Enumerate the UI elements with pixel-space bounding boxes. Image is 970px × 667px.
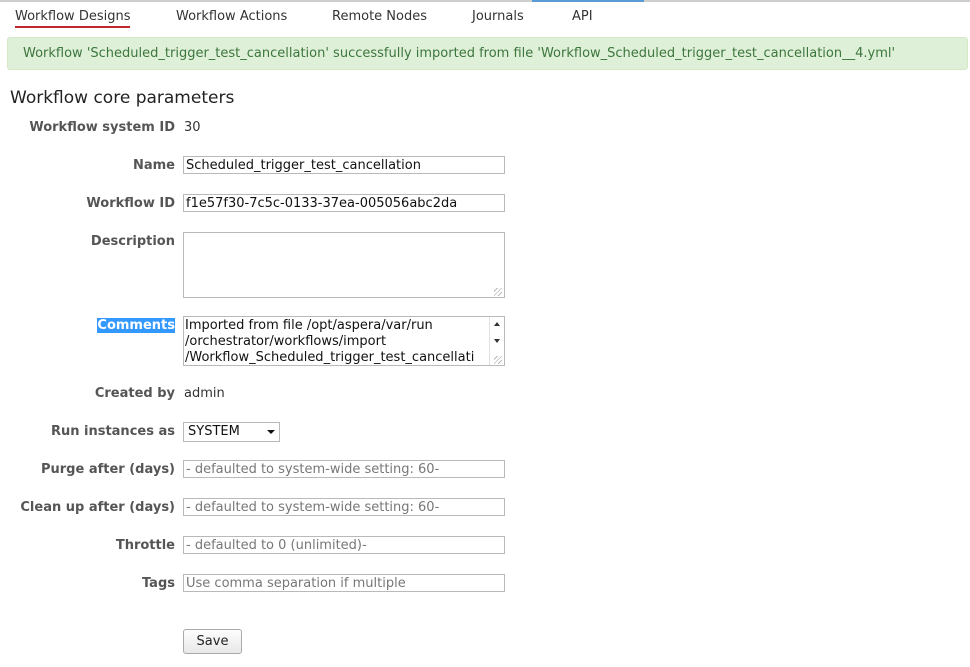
throttle-input[interactable]: [183, 536, 505, 554]
top-nav: Workflow Designs Workflow Actions Remote…: [0, 0, 970, 32]
description-label: Description: [90, 234, 175, 249]
workflow-id-label: Workflow ID: [86, 196, 175, 211]
tab-remote-nodes[interactable]: Remote Nodes: [332, 9, 427, 24]
tab-journals[interactable]: Journals: [472, 9, 524, 24]
top-nav-accent-right: [644, 0, 970, 2]
success-alert: Workflow 'Scheduled_trigger_test_cancell…: [7, 37, 968, 70]
scroll-up-icon[interactable]: [494, 322, 500, 326]
resize-grip-icon[interactable]: [494, 356, 502, 364]
comments-textarea[interactable]: Imported from file /opt/aspera/var/run /…: [183, 316, 505, 366]
name-input[interactable]: [183, 156, 505, 174]
comments-line: Imported from file /opt/aspera/var/run: [185, 318, 433, 333]
top-nav-accent-left: [0, 0, 532, 2]
run-as-label: Run instances as: [50, 424, 175, 439]
tab-workflow-designs[interactable]: Workflow Designs: [15, 9, 131, 28]
system-id-value: 30: [184, 120, 201, 135]
resize-grip-icon[interactable]: [494, 288, 502, 296]
top-nav-accent-highlight: [532, 0, 644, 2]
system-id-label: Workflow system ID: [29, 120, 175, 135]
comments-line: /orchestrator/workflows/import: [185, 334, 387, 349]
run-as-selected: SYSTEM: [188, 424, 240, 439]
workflow-id-input[interactable]: [183, 194, 505, 212]
run-as-select[interactable]: SYSTEM: [183, 422, 280, 442]
tab-api[interactable]: API: [572, 9, 593, 24]
description-textarea[interactable]: [183, 232, 505, 298]
comments-line: /Workflow_Scheduled_trigger_test_cancell…: [185, 350, 475, 365]
comments-text: Imported from file /opt/aspera/var/run /…: [185, 318, 485, 366]
scroll-down-icon[interactable]: [494, 339, 500, 343]
chevron-down-icon[interactable]: [267, 430, 275, 434]
name-label: Name: [132, 158, 175, 173]
cleanup-input[interactable]: [183, 498, 505, 516]
tab-workflow-actions[interactable]: Workflow Actions: [176, 9, 287, 24]
comments-label: Comments: [97, 318, 175, 333]
purge-label: Purge after (days): [40, 462, 175, 477]
save-button[interactable]: Save: [183, 629, 242, 654]
cleanup-label: Clean up after (days): [20, 500, 175, 515]
created-by-value: admin: [184, 386, 225, 401]
section-title: Workflow core parameters: [10, 88, 235, 108]
tags-input[interactable]: [183, 574, 505, 592]
throttle-label: Throttle: [115, 538, 175, 553]
tags-label: Tags: [141, 576, 175, 591]
purge-input[interactable]: [183, 460, 505, 478]
created-by-label: Created by: [94, 386, 175, 401]
